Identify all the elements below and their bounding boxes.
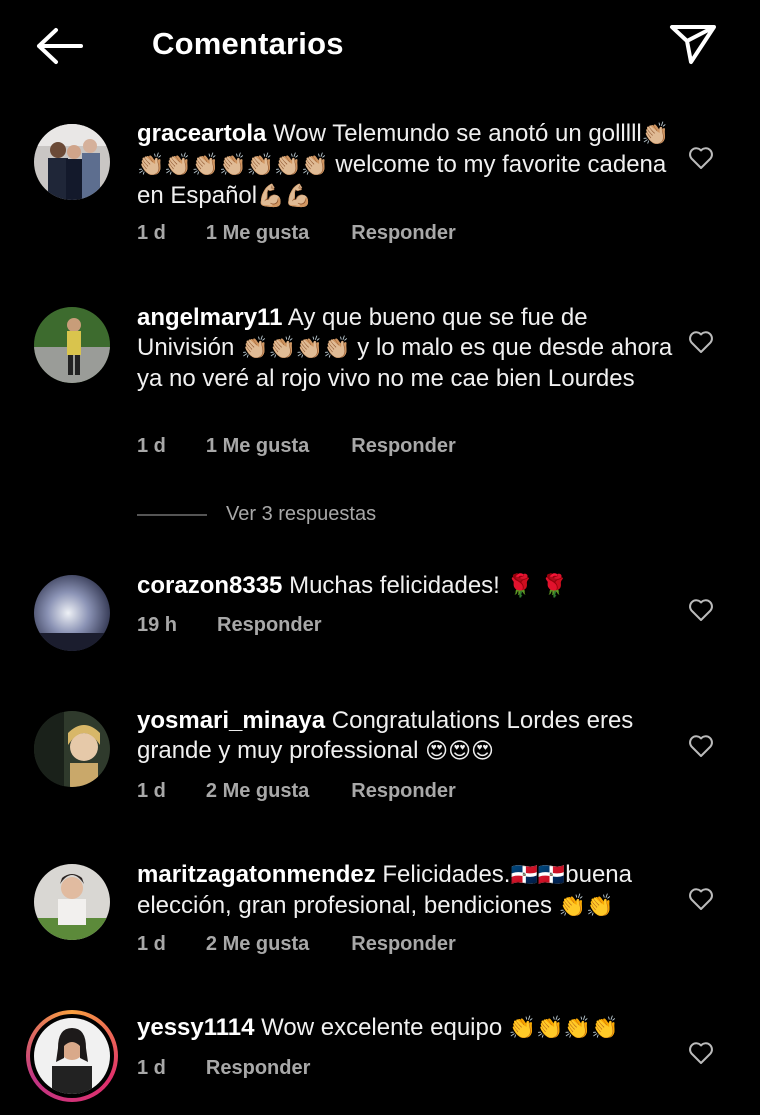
comment-emoji: 👏🏼👏🏼👏🏼👏🏼 xyxy=(241,336,351,361)
comment-emoji: 👏👏 xyxy=(558,894,614,919)
reply-button[interactable]: Responder xyxy=(217,614,321,637)
comment-time: 1 d xyxy=(137,780,166,802)
comment-text: graceartola Wow Telemundo se anotó un go… xyxy=(137,119,677,212)
comment-username[interactable]: graceartola xyxy=(137,120,266,147)
view-replies-link[interactable]: Ver 3 respuestas xyxy=(226,503,376,526)
comment-time: 1 d xyxy=(137,435,166,457)
arrow-left-icon xyxy=(37,28,83,64)
comment-body: Wow excelente equipo xyxy=(261,1014,503,1041)
comment-text: angelmary11 Ay que bueno que se fue de U… xyxy=(137,303,677,394)
avatar[interactable] xyxy=(34,575,110,651)
avatar[interactable] xyxy=(34,124,110,200)
comment-emoji: 🇩🇴🇩🇴 xyxy=(510,863,566,888)
comment-time: 1 d xyxy=(137,933,166,955)
reply-button[interactable]: Responder xyxy=(206,1057,310,1080)
comment-text: yosmari_minaya Congratulations Lordes er… xyxy=(137,706,677,767)
reply-button[interactable]: Responder xyxy=(351,435,455,458)
comment-text: corazon8335 Muchas felicidades! 🌹 🌹 xyxy=(137,571,677,602)
reply-button[interactable]: Responder xyxy=(351,933,455,956)
story-avatar[interactable] xyxy=(26,1010,118,1102)
comment-time: 19 h xyxy=(137,614,178,636)
comment-meta: 1 d 1 Me gusta Responder xyxy=(137,435,456,458)
share-button[interactable] xyxy=(668,22,718,66)
comment-likes[interactable]: 2 Me gusta xyxy=(206,780,309,803)
avatar xyxy=(34,1018,110,1094)
comment-emoji: 💪🏼💪🏼 xyxy=(257,184,312,209)
comment-username[interactable]: yosmari_minaya xyxy=(137,707,325,734)
comment-emoji: 👏👏👏👏 xyxy=(508,1016,619,1041)
top-bar: Comentarios xyxy=(0,0,760,90)
avatar[interactable] xyxy=(34,307,110,383)
comment-meta: 1 d 2 Me gusta Responder xyxy=(137,780,456,803)
page-title: Comentarios xyxy=(152,26,344,61)
comment-body: Felicidades. xyxy=(382,861,511,888)
comment-likes[interactable]: 2 Me gusta xyxy=(206,933,309,956)
comment-meta: 1 d 1 Me gusta Responder xyxy=(137,222,456,245)
comment-likes[interactable]: 1 Me gusta xyxy=(206,435,309,458)
comment-time: 1 d xyxy=(137,222,166,244)
comment-emoji: 😍😍😍 xyxy=(425,739,494,764)
heart-icon[interactable] xyxy=(688,598,714,622)
avatar[interactable] xyxy=(34,864,110,940)
comment-meta: 1 d Responder xyxy=(137,1057,310,1080)
avatar[interactable] xyxy=(34,711,110,787)
comment-body: Wow Telemundo se anotó un golllll xyxy=(273,120,642,147)
comment-meta: 1 d 2 Me gusta Responder xyxy=(137,933,456,956)
comment-username[interactable]: angelmary11 xyxy=(137,304,282,331)
heart-icon[interactable] xyxy=(688,146,714,170)
comment-username[interactable]: maritzagatonmendez xyxy=(137,861,376,888)
heart-icon[interactable] xyxy=(688,734,714,758)
comment-likes[interactable]: 1 Me gusta xyxy=(206,222,309,245)
comment-body: Muchas felicidades! xyxy=(289,572,500,599)
reply-button[interactable]: Responder xyxy=(351,222,455,245)
comment-text: maritzagatonmendez Felicidades.🇩🇴🇩🇴buena… xyxy=(137,860,677,922)
divider xyxy=(137,514,207,516)
back-button[interactable] xyxy=(34,26,84,66)
heart-icon[interactable] xyxy=(688,887,714,911)
comment-text: yessy1114 Wow excelente equipo 👏👏👏👏 xyxy=(137,1013,677,1044)
comment-meta: 19 h Responder xyxy=(137,614,322,637)
comment-time: 1 d xyxy=(137,1057,166,1079)
comment-username[interactable]: corazon8335 xyxy=(137,572,282,599)
paper-plane-icon xyxy=(670,25,716,64)
reply-button[interactable]: Responder xyxy=(351,780,455,803)
comment-username[interactable]: yessy1114 xyxy=(137,1014,254,1041)
comment-emoji: 🌹 🌹 xyxy=(506,574,569,599)
heart-icon[interactable] xyxy=(688,330,714,354)
avatar-ring-gap xyxy=(30,1014,114,1098)
heart-icon[interactable] xyxy=(688,1041,714,1065)
